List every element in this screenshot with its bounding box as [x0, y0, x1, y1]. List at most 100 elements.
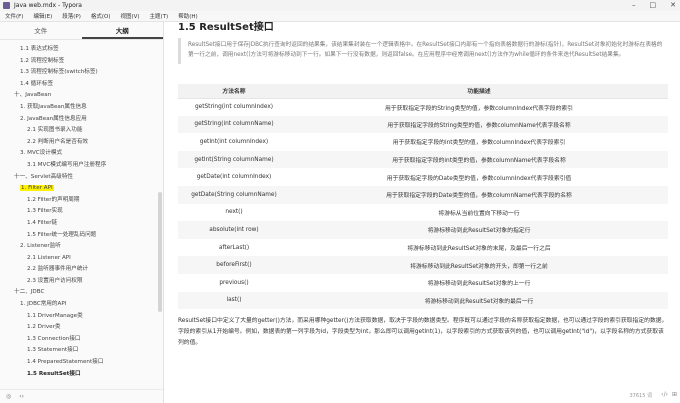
- title-bar: Java web.mdx - Typora – □ ✕: [0, 0, 680, 11]
- outline-item-label: 1.3 Statement接口: [27, 347, 79, 354]
- outline-item[interactable]: 1.5 ResultSet接口: [0, 369, 163, 381]
- outline-item-label: 1. Filter API: [20, 185, 54, 192]
- maximize-button[interactable]: □: [650, 1, 657, 9]
- outline-item[interactable]: 2. JavaBean属性信息应用: [0, 114, 163, 126]
- outline-item[interactable]: 十二、JDBC: [0, 287, 163, 299]
- method-name-cell: next(): [178, 203, 290, 222]
- outline-item-label: 1.3 流程控制标签(switch标签): [20, 69, 98, 76]
- outline-item[interactable]: 2.2 判断用户名是否有效: [0, 137, 163, 149]
- outline-item-label: 2.2 监听器事件用户统计: [27, 266, 89, 273]
- outline-item-label: 2. JavaBean属性信息应用: [20, 115, 87, 122]
- sidebar: 文件 大纲 1.1 表达式标签 1.2 流程控制标签 1.3 流程控制标签(swit…: [0, 22, 164, 403]
- table-row: getInt(String columnName) 用于获取指定字段的int类型的…: [178, 150, 668, 169]
- method-name-cell: getDate(String columnName): [178, 185, 290, 204]
- method-name-cell: afterLast(): [178, 238, 290, 257]
- outline-item[interactable]: 1.4 循环标签: [0, 79, 163, 91]
- method-name-cell: getString(int columnIndex): [178, 98, 290, 116]
- sidebar-footer: ◎ ‹›: [0, 389, 163, 403]
- outline-toggle-icon[interactable]: ◎: [6, 393, 11, 400]
- outline-item[interactable]: 2.3 设置用户访问权限: [0, 276, 163, 288]
- outline-item[interactable]: 2.2 监听器事件用户统计: [0, 264, 163, 276]
- method-description-cell: 用于获取指定字段的int类型的值，参数columnIndex代表字段索引: [290, 133, 668, 151]
- method-description-cell: 用于获取指定字段的String类型的值，参数columnIndex代表字段的索引: [290, 98, 668, 116]
- section-heading: 1.5 ResultSet接口: [178, 22, 274, 33]
- method-description-cell: 用于获取指定字段的Date类型的值，参数columnName代表字段的名称: [290, 185, 668, 204]
- method-name-cell: last(): [178, 291, 290, 310]
- method-description-cell: 将游标移动到此ResultSet对象的末尾，及最后一行之后: [290, 238, 668, 257]
- tab-outline[interactable]: 大纲: [81, 22, 163, 39]
- outline-item[interactable]: 1.2 Filter的声明周期: [0, 195, 163, 207]
- outline-item[interactable]: 3. MVC设计模式: [0, 148, 163, 160]
- minimize-button[interactable]: –: [632, 1, 636, 9]
- sidebar-scrollbar-thumb[interactable]: [158, 192, 162, 312]
- outline-item[interactable]: 2.1 Listener API: [0, 253, 163, 265]
- outline-item-label: 十、JavaBean: [14, 92, 52, 99]
- method-description-cell: 将游标从当前位置向下移动一行: [290, 203, 668, 222]
- outline-item-label: 1.4 PreparedStatement接口: [27, 359, 104, 366]
- outline-item-label: 1.1 DriverManage类: [27, 312, 83, 319]
- table-row: last() 将游标移动到此ResultSet对象的最后一行: [178, 291, 668, 310]
- outline-item[interactable]: 1. 获取JavaBean属性信息: [0, 102, 163, 114]
- outline-item[interactable]: 1.3 Statement接口: [0, 345, 163, 357]
- outline-item-label: 1. JDBC常用的API: [20, 301, 67, 308]
- outline-item-label: 2. Listener监听: [20, 243, 61, 250]
- outline-item-label: 十一、Servlet高级特性: [14, 173, 73, 180]
- outline-item-label: 1.1 表达式标签: [20, 46, 59, 52]
- table-row: absolute(int row) 将游标移动到此ResultSet对象的指定行: [178, 221, 668, 239]
- sidebar-scrollbar[interactable]: [158, 62, 162, 403]
- outline-item-label: 1.5 Filter统一处理乱码问题: [27, 231, 97, 238]
- outline-item[interactable]: 1.3 Filter实现: [0, 206, 163, 218]
- table-row: getDate(int columnIndex) 用于获取指定字段的Date类型的…: [178, 168, 668, 186]
- outline-item[interactable]: 1.1 DriverManage类: [0, 311, 163, 323]
- window-title: Java web.mdx - Typora: [14, 2, 82, 9]
- menu-file[interactable]: 文件(F): [0, 12, 28, 20]
- outline-item[interactable]: 1.2 Driver类: [0, 322, 163, 334]
- outline-item[interactable]: 1.3 流程控制标签(switch标签): [0, 67, 163, 79]
- status-bar: 37615 词 ‹/› ⊞: [165, 389, 680, 403]
- menu-theme[interactable]: 主题(T): [145, 12, 174, 20]
- outline-list: 1.1 表达式标签 1.2 流程控制标签 1.3 流程控制标签(switch标签) 1…: [0, 40, 163, 380]
- typora-app-icon: [3, 2, 10, 9]
- outline-item-label: 2.1 Listener API: [27, 254, 71, 261]
- menu-format[interactable]: 格式(O): [86, 12, 116, 20]
- outline-item[interactable]: 1.4 Filter链: [0, 218, 163, 230]
- outline-item[interactable]: 2. Listener监听: [0, 241, 163, 253]
- word-count[interactable]: 37615 词: [630, 392, 653, 399]
- outline-item[interactable]: 1.2 流程控制标签: [0, 56, 163, 68]
- menu-edit[interactable]: 编辑(E): [28, 12, 57, 20]
- outline-item[interactable]: 1. Filter API: [0, 183, 163, 195]
- column-header-description: 功能描述: [290, 84, 668, 99]
- layout-icon[interactable]: ⊞: [672, 391, 677, 398]
- outline-item[interactable]: 2.1 实现图书录入功能: [0, 125, 163, 137]
- menu-view[interactable]: 视图(V): [115, 12, 144, 20]
- outline-item[interactable]: 十一、Servlet高级特性: [0, 172, 163, 184]
- menu-bar: 文件(F) 编辑(E) 段落(P) 格式(O) 视图(V) 主题(T) 帮助(H…: [0, 11, 680, 22]
- outline-item[interactable]: 1.4 PreparedStatement接口: [0, 357, 163, 369]
- method-name-cell: getString(int columnName): [178, 115, 290, 134]
- table-row: getDate(String columnName) 用于获取指定字段的Date类…: [178, 185, 668, 204]
- method-name-cell: getDate(int columnIndex): [178, 168, 290, 186]
- menu-help[interactable]: 帮助(H): [173, 12, 202, 20]
- outline-item[interactable]: 1. JDBC常用的API: [0, 299, 163, 311]
- method-name-cell: getInt(int columnIndex): [178, 133, 290, 151]
- outline-item[interactable]: 1.3 Connection接口: [0, 334, 163, 346]
- outline-item[interactable]: 1.1 表达式标签: [0, 44, 163, 56]
- source-code-icon[interactable]: ‹/›: [661, 391, 668, 398]
- outline-item[interactable]: 十、JavaBean: [0, 90, 163, 102]
- tab-files[interactable]: 文件: [0, 22, 82, 39]
- column-header-method: 方法名称: [178, 84, 290, 99]
- close-button[interactable]: ✕: [670, 1, 676, 9]
- table-row: beforeFirst() 将游标移动到此ResultSet对象的开头，即第一行之…: [178, 256, 668, 274]
- menu-paragraph[interactable]: 段落(P): [57, 12, 86, 20]
- outline-item[interactable]: 1.5 Filter统一处理乱码问题: [0, 230, 163, 242]
- table-header-row: 方法名称 功能描述: [178, 84, 668, 99]
- window-controls: – □ ✕: [632, 1, 676, 9]
- outline-item-label: 2.2 判断用户名是否有效: [27, 138, 89, 145]
- outline-item[interactable]: 3.1 MVC模式编写用户注册程序: [0, 160, 163, 172]
- outline-item-label: 1.3 Connection接口: [27, 335, 81, 342]
- outline-item-label: 十二、JDBC: [14, 289, 45, 296]
- outline-item-label: 3. MVC设计模式: [20, 150, 63, 157]
- table-row: getInt(int columnIndex) 用于获取指定字段的int类型的值，…: [178, 133, 668, 151]
- editor-pane[interactable]: 1.5 ResultSet接口 ResultSet接口用于保存JDBC执行查询时…: [165, 22, 680, 403]
- source-mode-icon[interactable]: ‹›: [19, 393, 24, 400]
